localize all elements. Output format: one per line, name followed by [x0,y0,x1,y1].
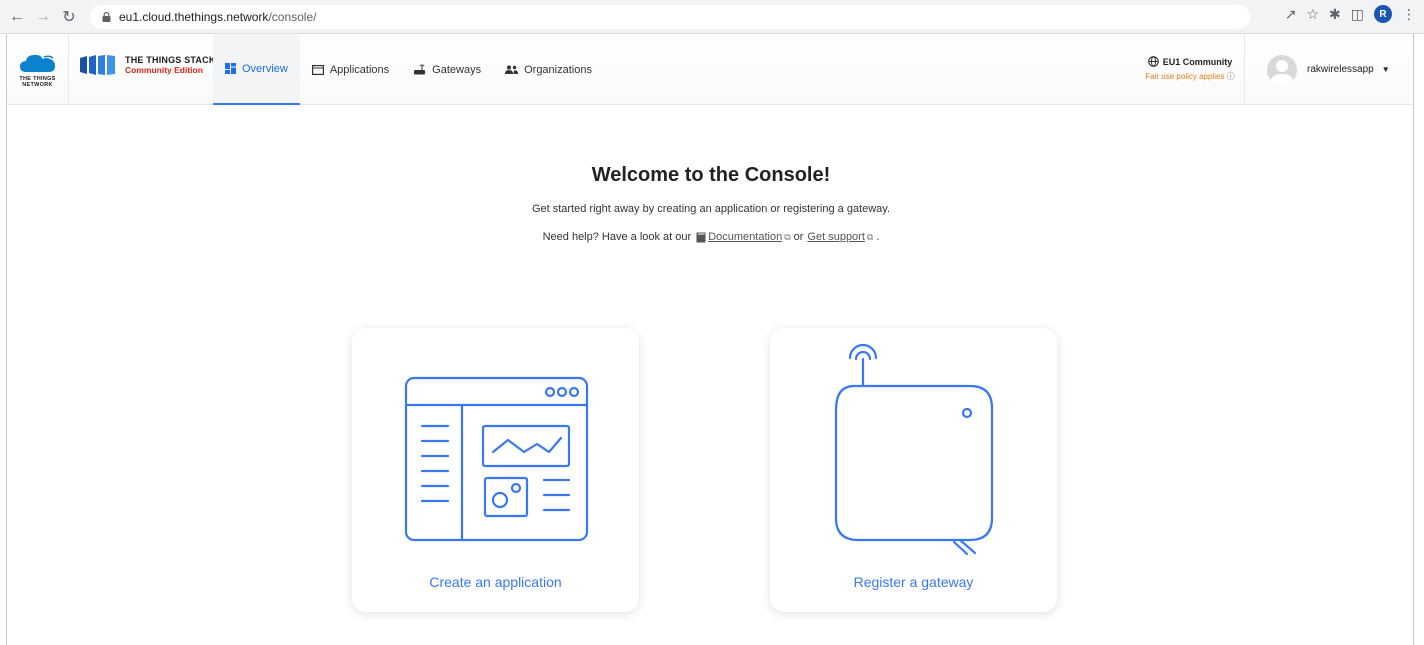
welcome-section: Welcome to the Console! Get started righ… [7,164,1413,243]
share-icon[interactable]: ↗ [1285,6,1297,23]
help-end: . [876,231,880,243]
documentation-link[interactable]: Documentation [708,231,782,243]
application-icon [311,64,324,75]
app-header: THE THINGS NETWORK THE THINGS STACK Commu… [7,34,1413,105]
register-gateway-card[interactable]: Register a gateway [770,328,1057,612]
user-dropdown[interactable]: rakwirelessapp ▼ [1244,34,1413,105]
help-circle-icon[interactable]: ⓘ [1227,72,1235,81]
help-or: or [793,231,804,243]
profile-avatar[interactable]: R [1374,5,1392,23]
menu-icon[interactable]: ⋮ [1402,6,1416,23]
tts-title: THE THINGS STACK [125,55,216,65]
gateway-illustration-icon [834,343,994,556]
nav-organizations-label: Organizations [524,63,592,76]
nav-applications-label: Applications [329,63,390,76]
ttn-logo-text: THE THINGS NETWORK [19,75,56,88]
sidepanel-icon[interactable]: ◫ [1351,6,1364,23]
tts-stack-icon [80,55,115,75]
nav-overview[interactable]: Overview [213,34,300,105]
avatar [1267,54,1297,85]
caret-down-icon: ▼ [1381,65,1390,74]
help-prefix: Need help? Have a look at our [542,231,692,243]
create-application-label: Create an application [429,574,562,590]
external-link-icon: ⧉ [784,231,791,242]
globe-icon [1147,56,1159,67]
overview-icon [225,63,236,74]
address-bar[interactable]: eu1.cloud.thethings.network/console/ [90,4,1250,29]
page-title: Welcome to the Console! [591,164,831,186]
url-host: eu1.cloud.thethings.network [119,9,269,24]
cluster-selector[interactable]: EU1 Community Fair use policy applies ⓘ [1135,56,1245,82]
lock-icon [102,11,111,22]
tts-edition: Community Edition [125,65,203,75]
tts-logo[interactable]: THE THINGS STACK Community Edition [79,54,216,76]
welcome-subtitle: Get started right away by creating an ap… [531,203,891,215]
help-line: Need help? Have a look at our Documentat… [7,231,1413,243]
main-nav: Overview Applications Gateways Organizat… [213,34,604,105]
organizations-icon [505,65,519,74]
create-application-card[interactable]: Create an application [352,328,639,612]
nav-overview-label: Overview [242,62,288,75]
nav-organizations[interactable]: Organizations [493,34,604,105]
external-link-icon: ⧉ [866,231,874,242]
back-icon[interactable]: ← [4,4,30,30]
reload-icon[interactable]: ↻ [56,4,82,30]
extensions-icon[interactable]: ✱ [1329,6,1341,23]
app-window: THE THINGS NETWORK THE THINGS STACK Commu… [6,34,1414,645]
star-icon[interactable]: ☆ [1306,6,1319,23]
book-icon [696,232,706,242]
nav-gateways-label: Gateways [432,63,482,76]
cloud-logo-icon [19,54,55,72]
browser-toolbar: ← → ↻ eu1.cloud.thethings.network/consol… [0,0,1424,34]
nav-gateways[interactable]: Gateways [401,34,493,105]
nav-applications[interactable]: Applications [300,34,401,105]
register-gateway-label: Register a gateway [853,574,974,590]
user-name: rakwirelessapp [1307,64,1374,75]
forward-icon[interactable]: → [30,4,56,30]
url-path: /console/ [268,9,317,24]
gateway-icon [413,64,426,75]
fair-use-note: Fair use policy applies ⓘ [1145,72,1235,81]
application-illustration-icon [404,376,589,542]
get-support-link[interactable]: Get support [807,231,864,243]
cluster-name: EU1 Community [1162,56,1233,67]
ttn-logo[interactable]: THE THINGS NETWORK [7,34,69,105]
